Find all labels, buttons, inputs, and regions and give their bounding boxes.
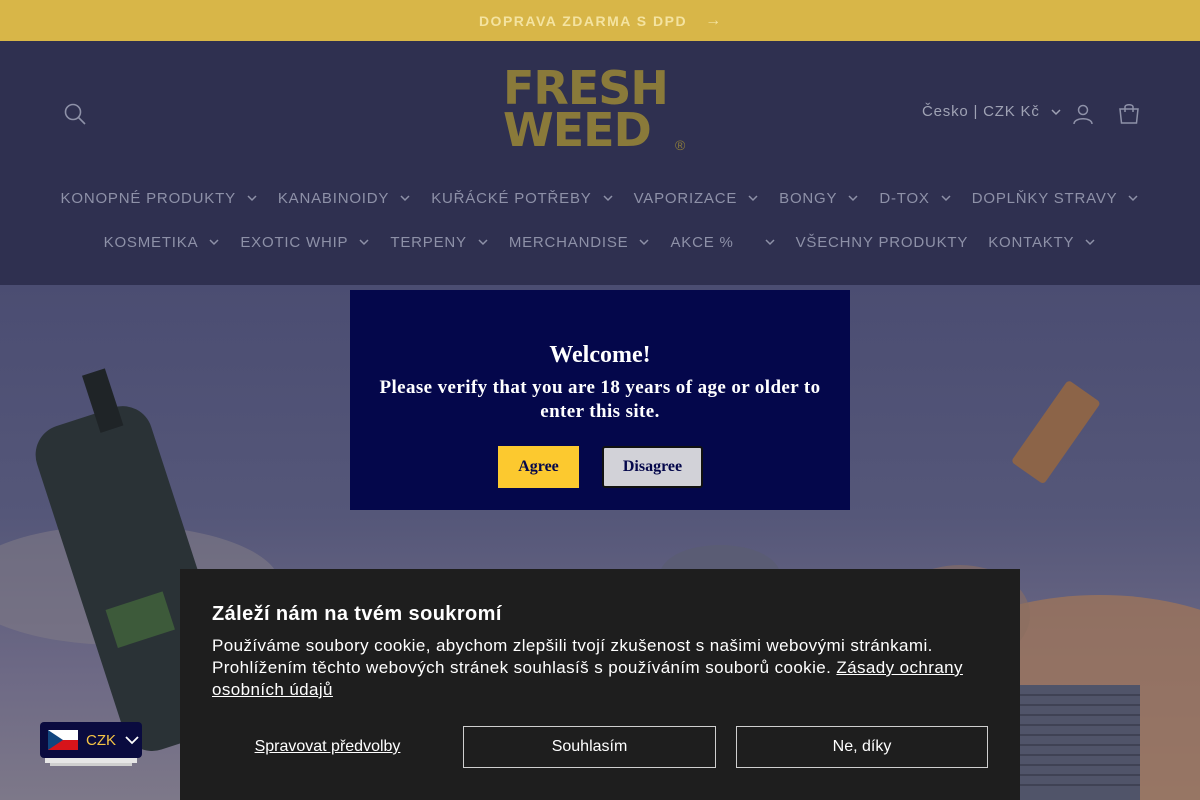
chevron-down-icon: [125, 736, 139, 745]
nav-item-akce[interactable]: AKCE %: [660, 230, 785, 254]
chevron-down-icon: [941, 195, 951, 202]
user-icon: [1073, 104, 1093, 125]
search-icon: [64, 103, 86, 125]
nav-item-label: EXOTIC WHIP: [240, 233, 349, 251]
nav-item-label: D-TOX: [879, 189, 930, 207]
chevron-down-icon: [359, 239, 369, 246]
chevron-down-icon: [247, 195, 257, 202]
manage-preferences-button[interactable]: Spravovat předvolby: [212, 726, 443, 768]
locale-selector[interactable]: Česko | CZK Kč: [922, 103, 1062, 120]
nav-item-label: VAPORIZACE: [633, 189, 738, 207]
logo-registered-mark: ®: [675, 137, 686, 153]
currency-switcher[interactable]: CZK: [40, 722, 142, 758]
locale-label: Česko | CZK Kč: [922, 103, 1040, 120]
main-nav-row-2: KOSMETIKA EXOTIC WHIP TERPENY MERCHANDIS…: [0, 230, 1200, 254]
nav-item-label: KUŘÁCKÉ POTŘEBY: [431, 189, 592, 207]
cookie-title: Záleží nám na tvém soukromí: [212, 603, 502, 625]
nav-item-label: VŠECHNY PRODUKTY: [795, 233, 969, 251]
decline-cookies-button[interactable]: Ne, díky: [736, 726, 988, 768]
nav-item-kontakty[interactable]: KONTAKTY: [978, 230, 1106, 254]
chevron-down-icon: [639, 239, 649, 246]
nav-item-label: KOSMETIKA: [103, 233, 199, 251]
age-gate-title: Welcome!: [549, 342, 651, 368]
nav-item-terpeny[interactable]: TERPENY: [380, 230, 498, 254]
nav-item-label: BONGY: [779, 189, 838, 207]
cart-button[interactable]: [1117, 102, 1141, 126]
age-gate-message: Please verify that you are 18 years of a…: [379, 377, 821, 422]
nav-item-label: KANABINOIDY: [277, 189, 390, 207]
chevron-down-icon: [848, 195, 858, 202]
nav-item-label: AKCE %: [670, 233, 734, 251]
announcement-text: DOPRAVA ZDARMA S DPD: [478, 12, 688, 29]
chevron-down-icon: [1051, 108, 1061, 115]
chevron-down-icon: [1085, 239, 1095, 246]
currency-code: CZK: [86, 731, 116, 749]
cookie-consent-banner: Záleží nám na tvém soukromí Používáme so…: [180, 569, 1020, 800]
site-header: FRESH WEED ® Česko | CZK Kč KONOPNÉ PROD…: [0, 41, 1200, 285]
account-button[interactable]: [1071, 102, 1095, 126]
cookie-text: Používáme soubory cookie, abychom zlepši…: [212, 635, 992, 701]
search-button[interactable]: [62, 101, 88, 127]
cart-icon: [1119, 104, 1139, 124]
nav-item-exotic-whip[interactable]: EXOTIC WHIP: [230, 230, 380, 254]
nav-item-doplnky-stravy[interactable]: DOPLŇKY STRAVY: [962, 186, 1150, 210]
accept-cookies-button[interactable]: Souhlasím: [463, 726, 716, 768]
nav-item-konopne-produkty[interactable]: KONOPNÉ PRODUKTY: [51, 186, 268, 210]
chevron-down-icon: [748, 195, 758, 202]
nav-item-vaporizace[interactable]: VAPORIZACE: [624, 186, 770, 210]
chevron-down-icon: [400, 195, 410, 202]
site-logo[interactable]: FRESH WEED ®: [503, 65, 693, 157]
nav-item-label: KONOPNÉ PRODUKTY: [60, 189, 236, 207]
nav-item-kanabinoidy[interactable]: KANABINOIDY: [268, 186, 421, 210]
nav-item-kosmetika[interactable]: KOSMETIKA: [94, 230, 231, 254]
agree-button[interactable]: Agree: [498, 446, 579, 488]
nav-item-label: TERPENY: [390, 233, 467, 251]
nav-item-label: DOPLŇKY STRAVY: [971, 189, 1118, 207]
chevron-down-icon: [209, 239, 219, 246]
nav-item-label: KONTAKTY: [988, 233, 1075, 251]
logo-line-2: WEED: [503, 103, 652, 157]
nav-item-label: MERCHANDISE: [508, 233, 629, 251]
age-verification-modal: Welcome! Please verify that you are 18 y…: [350, 290, 850, 510]
chevron-down-icon: [603, 195, 613, 202]
chevron-down-icon: [765, 239, 775, 246]
nav-item-d-tox[interactable]: D-TOX: [869, 186, 961, 210]
chevron-down-icon: [1128, 195, 1138, 202]
nav-item-merchandise[interactable]: MERCHANDISE: [499, 230, 661, 254]
nav-item-kuracke-potreby[interactable]: KUŘÁCKÉ POTŘEBY: [421, 186, 623, 210]
chevron-down-icon: [478, 239, 488, 246]
currency-switcher-shadow: [50, 763, 132, 766]
czech-flag-icon: [48, 730, 78, 750]
arrow-right-icon: →: [705, 11, 722, 29]
disagree-button[interactable]: Disagree: [602, 446, 703, 488]
announcement-bar[interactable]: DOPRAVA ZDARMA S DPD →: [0, 0, 1200, 41]
main-nav-row-1: KONOPNÉ PRODUKTY KANABINOIDY KUŘÁCKÉ POT…: [0, 186, 1200, 210]
nav-item-vsechny-produkty[interactable]: VŠECHNY PRODUKTY: [786, 230, 979, 254]
nav-item-bongy[interactable]: BONGY: [769, 186, 869, 210]
cookie-body-text: Používáme soubory cookie, abychom zlepši…: [212, 636, 933, 677]
